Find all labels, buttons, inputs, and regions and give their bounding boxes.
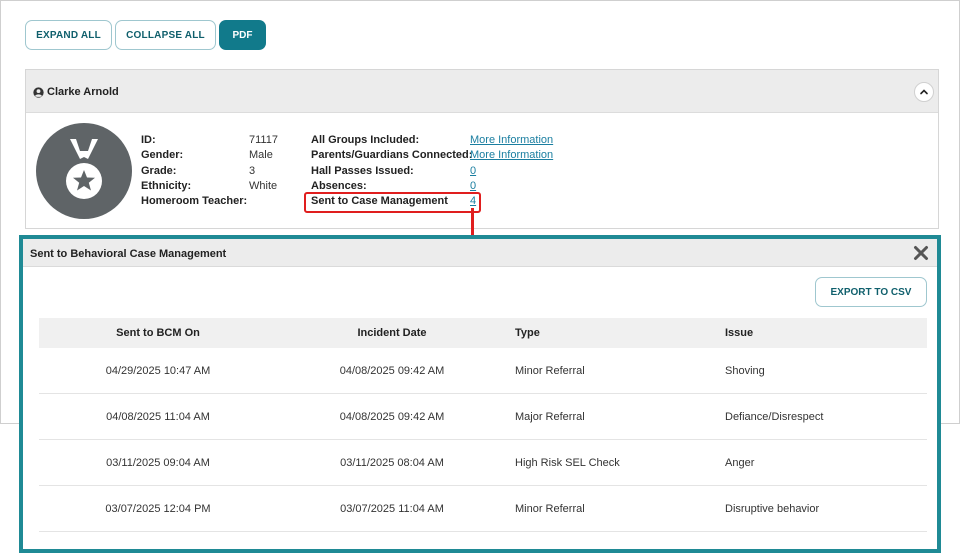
cell-type: Minor Referral xyxy=(515,503,585,515)
column-header-issue[interactable]: Issue xyxy=(725,327,753,339)
chevron-up-icon xyxy=(920,89,928,95)
column-header-type[interactable]: Type xyxy=(515,327,540,339)
column-header-sent-on[interactable]: Sent to BCM On xyxy=(116,327,200,339)
cell-incident-date: 04/08/2025 09:42 AM xyxy=(339,365,445,377)
modal-close-button[interactable] xyxy=(911,243,931,263)
cell-issue: Anger xyxy=(725,457,755,469)
user-circle-icon xyxy=(33,86,44,98)
all-groups-label: All Groups Included: xyxy=(311,134,420,146)
cell-sent-on: 04/08/2025 11:04 AM xyxy=(106,411,210,423)
table-row: 03/07/2025 12:04 PM 03/07/2025 11:04 AM … xyxy=(39,486,927,532)
export-csv-button[interactable]: EXPORT TO CSV xyxy=(815,277,927,307)
grade-value: 3 xyxy=(249,165,256,177)
cell-incident-date: 03/07/2025 11:04 AM xyxy=(340,503,444,515)
modal-header: Sent to Behavioral Case Management xyxy=(23,239,937,267)
ethnicity-label: Ethnicity: xyxy=(141,180,192,192)
cell-sent-on: 04/29/2025 10:47 AM xyxy=(105,365,211,377)
table-row: 04/08/2025 11:04 AM 04/08/2025 09:42 AM … xyxy=(39,394,927,440)
absences-label: Absences: xyxy=(311,180,367,192)
cell-issue: Shoving xyxy=(725,365,765,377)
student-name-text: Clarke Arnold xyxy=(47,86,119,98)
homeroom-teacher-label: Homeroom Teacher: xyxy=(141,195,248,207)
hall-passes-link[interactable]: 0 xyxy=(470,165,476,177)
ethnicity-value: White xyxy=(249,180,278,192)
cell-issue: Defiance/Disrespect xyxy=(725,411,824,423)
pdf-button[interactable]: PDF xyxy=(219,20,266,50)
table-row: 03/11/2025 09:04 AM 03/11/2025 08:04 AM … xyxy=(39,440,927,486)
bcm-table: Sent to BCM On Incident Date Type Issue … xyxy=(39,318,927,532)
cell-incident-date: 04/08/2025 09:42 AM xyxy=(339,411,445,423)
gender-label: Gender: xyxy=(141,149,184,161)
case-management-highlight xyxy=(304,192,481,213)
collapse-card-button[interactable] xyxy=(914,82,934,102)
cell-type: Minor Referral xyxy=(515,365,585,377)
student-name: Clarke Arnold xyxy=(33,86,119,98)
table-row: 04/29/2025 10:47 AM 04/08/2025 09:42 AM … xyxy=(39,348,927,394)
gender-value: Male xyxy=(249,149,273,161)
expand-all-button[interactable]: EXPAND ALL xyxy=(25,20,112,50)
medal-icon xyxy=(66,139,102,199)
cell-sent-on: 03/07/2025 12:04 PM xyxy=(105,503,211,515)
id-label: ID: xyxy=(141,134,156,146)
cell-sent-on: 03/11/2025 09:04 AM xyxy=(106,457,210,469)
all-groups-link[interactable]: More Information xyxy=(470,134,553,146)
cell-incident-date: 03/11/2025 08:04 AM xyxy=(340,457,444,469)
parents-connected-label: Parents/Guardians Connected: xyxy=(311,149,473,161)
cell-type: High Risk SEL Check xyxy=(515,457,620,469)
close-icon xyxy=(914,246,928,260)
id-value: 71117 xyxy=(249,134,278,146)
student-avatar xyxy=(36,123,132,219)
column-header-incident-date[interactable]: Incident Date xyxy=(357,327,426,339)
collapse-all-button[interactable]: COLLAPSE ALL xyxy=(115,20,216,50)
modal-title: Sent to Behavioral Case Management xyxy=(30,248,227,260)
grade-label: Grade: xyxy=(141,165,177,177)
cell-type: Major Referral xyxy=(515,411,585,423)
student-card-header[interactable]: Clarke Arnold xyxy=(26,70,938,113)
hall-passes-label: Hall Passes Issued: xyxy=(311,165,414,177)
absences-link[interactable]: 0 xyxy=(470,180,476,192)
bcm-modal: Sent to Behavioral Case Management EXPOR… xyxy=(19,235,941,553)
table-header: Sent to BCM On Incident Date Type Issue xyxy=(39,318,927,348)
parents-connected-link[interactable]: More Information xyxy=(470,149,553,161)
cell-issue: Disruptive behavior xyxy=(725,503,820,515)
